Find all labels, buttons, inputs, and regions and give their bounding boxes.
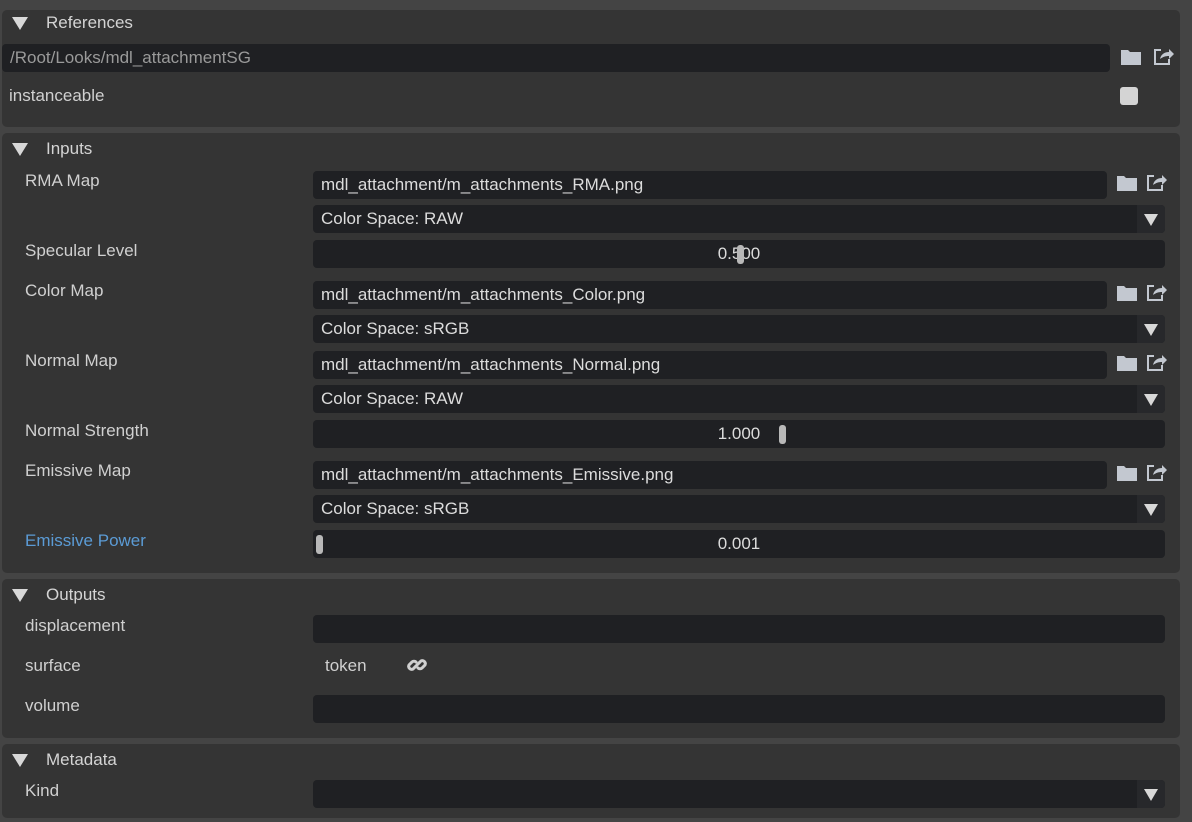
rma-color-space-dropdown[interactable]: Color Space: RAW xyxy=(313,205,1165,233)
normal-strength-slider[interactable]: 1.000 xyxy=(313,420,1165,448)
instanceable-label: instanceable xyxy=(9,86,105,105)
emissive-color-space-value: Color Space: sRGB xyxy=(321,499,470,518)
reference-path-field[interactable]: /Root/Looks/mdl_attachmentSG xyxy=(2,44,1110,72)
surface-type-value: token xyxy=(325,656,367,675)
folder-icon[interactable] xyxy=(1116,172,1138,194)
specular-level-slider[interactable]: 0.500 xyxy=(313,240,1165,268)
open-link-icon[interactable] xyxy=(1145,171,1167,193)
volume-field[interactable] xyxy=(313,695,1165,723)
displacement-field[interactable] xyxy=(313,615,1165,643)
dropdown-arrow-icon[interactable] xyxy=(1137,495,1165,523)
color-color-space-dropdown[interactable]: Color Space: sRGB xyxy=(313,315,1165,343)
normal-strength-label: Normal Strength xyxy=(25,421,149,440)
emissive-map-label: Emissive Map xyxy=(25,461,131,480)
open-link-icon[interactable] xyxy=(1145,281,1167,303)
normal-map-label: Normal Map xyxy=(25,351,118,370)
folder-icon[interactable] xyxy=(1120,46,1142,68)
normal-strength-value: 1.000 xyxy=(717,424,761,443)
metadata-title: Metadata xyxy=(46,750,117,769)
emissive-color-space-dropdown[interactable]: Color Space: sRGB xyxy=(313,495,1165,523)
folder-icon[interactable] xyxy=(1116,462,1138,484)
instanceable-checkbox[interactable] xyxy=(1120,87,1138,105)
dropdown-arrow-icon[interactable] xyxy=(1137,315,1165,343)
color-map-label: Color Map xyxy=(25,281,104,300)
emissive-power-value: 0.001 xyxy=(717,534,761,553)
normal-color-space-value: Color Space: RAW xyxy=(321,389,464,408)
rma-map-path-field[interactable]: mdl_attachment/m_attachments_RMA.png xyxy=(313,171,1107,199)
inputs-title: Inputs xyxy=(46,139,93,158)
slider-handle[interactable] xyxy=(316,535,323,554)
displacement-label: displacement xyxy=(25,616,126,635)
link-icon[interactable] xyxy=(406,654,428,676)
kind-dropdown[interactable] xyxy=(313,780,1165,808)
folder-icon[interactable] xyxy=(1116,282,1138,304)
collapse-triangle-icon[interactable] xyxy=(12,754,28,767)
dropdown-arrow-icon[interactable] xyxy=(1137,780,1165,808)
dropdown-arrow-icon[interactable] xyxy=(1137,205,1165,233)
open-link-icon[interactable] xyxy=(1145,461,1167,483)
emissive-power-slider[interactable]: 0.001 xyxy=(313,530,1165,558)
rma-color-space-value: Color Space: RAW xyxy=(321,209,464,228)
normal-color-space-dropdown[interactable]: Color Space: RAW xyxy=(313,385,1165,413)
volume-label: volume xyxy=(25,696,80,715)
surface-label: surface xyxy=(25,656,81,675)
normal-map-path-field[interactable]: mdl_attachment/m_attachments_Normal.png xyxy=(313,351,1107,379)
color-map-path-field[interactable]: mdl_attachment/m_attachments_Color.png xyxy=(313,281,1107,309)
emissive-map-path-field[interactable]: mdl_attachment/m_attachments_Emissive.pn… xyxy=(313,461,1107,489)
emissive-power-label: Emissive Power xyxy=(25,531,146,550)
dropdown-arrow-icon[interactable] xyxy=(1137,385,1165,413)
slider-handle[interactable] xyxy=(779,425,787,444)
kind-label: Kind xyxy=(25,781,60,800)
rma-map-label: RMA Map xyxy=(25,171,100,190)
folder-icon[interactable] xyxy=(1116,352,1138,374)
open-link-icon[interactable] xyxy=(1152,45,1174,67)
references-title: References xyxy=(46,13,133,32)
specular-level-label: Specular Level xyxy=(25,241,138,260)
slider-handle[interactable] xyxy=(737,245,744,264)
outputs-title: Outputs xyxy=(46,585,106,604)
collapse-triangle-icon[interactable] xyxy=(12,589,28,602)
collapse-triangle-icon[interactable] xyxy=(12,17,28,30)
open-link-icon[interactable] xyxy=(1145,351,1167,373)
collapse-triangle-icon[interactable] xyxy=(12,143,28,156)
color-color-space-value: Color Space: sRGB xyxy=(321,319,470,338)
